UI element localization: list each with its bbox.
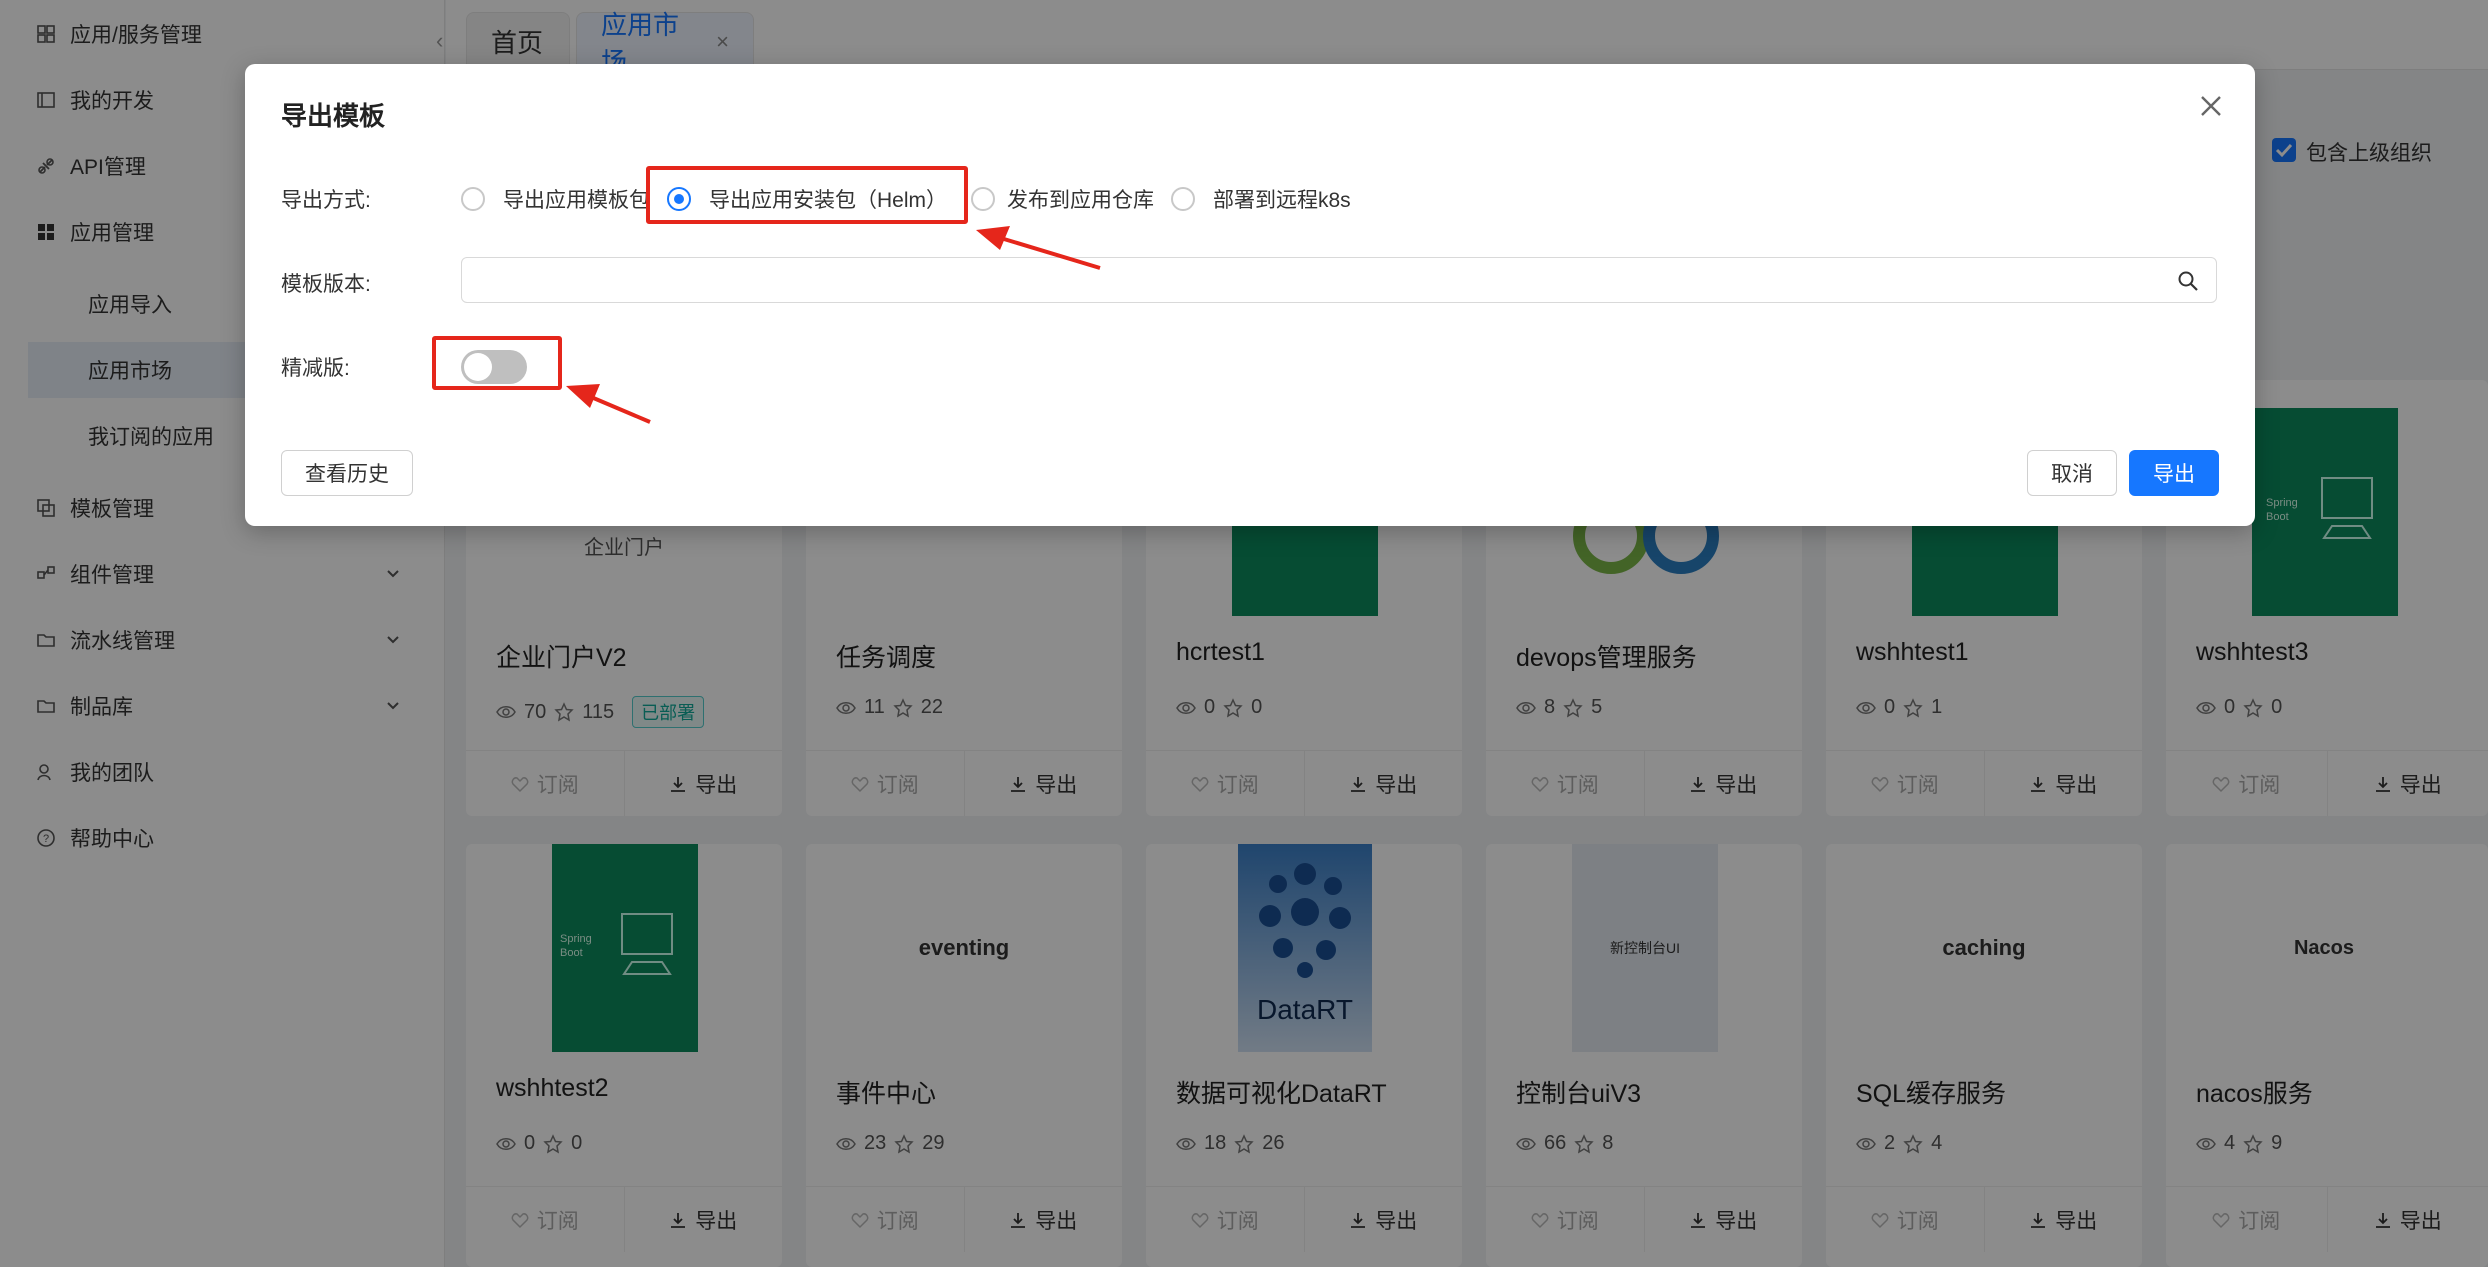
- search-icon[interactable]: [2177, 270, 2199, 292]
- highlight-box-toggle: [432, 336, 562, 390]
- radio-label: 发布到应用仓库: [1007, 189, 1154, 212]
- radio-dot[interactable]: [1171, 187, 1195, 211]
- cancel-button[interactable]: 取消: [2027, 450, 2117, 496]
- dialog-title: 导出模板: [281, 101, 386, 131]
- radio-export-template-package[interactable]: 导出应用模板包: [461, 184, 650, 214]
- radio-label: 部署到远程k8s: [1213, 189, 1351, 212]
- template-version-input[interactable]: [461, 257, 2217, 303]
- radio-dot[interactable]: [461, 187, 485, 211]
- radio-dot[interactable]: [971, 187, 995, 211]
- lite-version-label: 精减版:: [281, 357, 350, 380]
- export-template-dialog: 导出模板 导出方式: 导出应用模板包 导出应用安装包（Helm） 发布到应用仓库…: [245, 64, 2255, 526]
- export-mode-label: 导出方式:: [281, 189, 371, 212]
- export-confirm-button[interactable]: 导出: [2129, 450, 2219, 496]
- radio-deploy-remote-k8s[interactable]: 部署到远程k8s: [1171, 184, 1351, 214]
- view-history-button[interactable]: 查看历史: [281, 450, 413, 496]
- template-version-label: 模板版本:: [281, 273, 371, 296]
- close-icon[interactable]: [2197, 92, 2225, 120]
- radio-publish-to-repo[interactable]: 发布到应用仓库: [971, 184, 1154, 214]
- highlight-box-helm: [646, 166, 968, 224]
- radio-label: 导出应用模板包: [503, 189, 650, 212]
